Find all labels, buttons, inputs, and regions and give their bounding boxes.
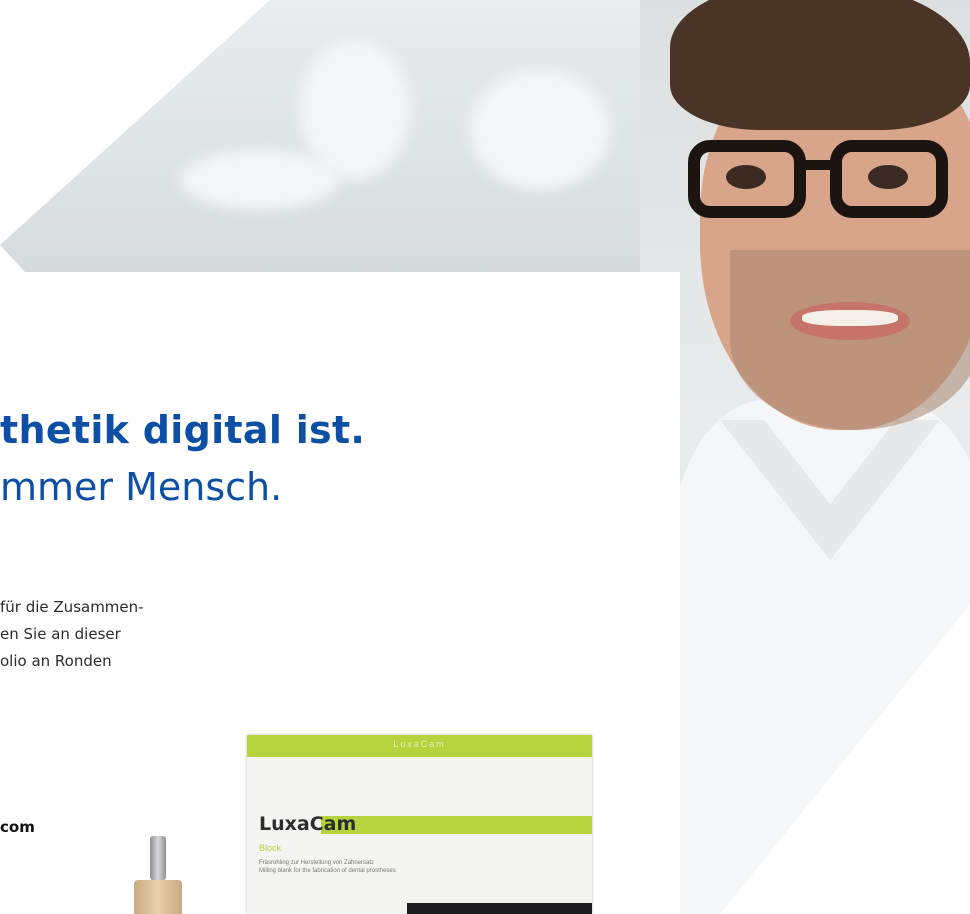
blurred-lab-equipment <box>180 150 340 210</box>
body-copy: für die Zusammen- en Sie an dieser olio … <box>0 594 144 675</box>
body-line: olio an Ronden <box>0 652 112 670</box>
box-bottom-dark-strip <box>407 903 592 914</box>
website-link[interactable]: com <box>0 818 35 836</box>
glasses-right-lens <box>830 140 948 218</box>
blurred-lab-equipment <box>470 70 610 190</box>
headline-line-2: mmer Mensch. <box>0 465 283 509</box>
beard-stubble <box>730 250 970 430</box>
blank-block <box>134 880 182 914</box>
blank-mandrel <box>150 836 166 880</box>
box-description: Fräsrohling zur Herstellung von Zahnersa… <box>259 859 459 875</box>
box-top-strip: LuxaCam <box>247 735 592 757</box>
milling-blank-image <box>128 836 188 914</box>
teeth <box>802 310 898 326</box>
box-description-line: Fräsrohling zur Herstellung von Zahnersa… <box>259 860 375 866</box>
box-green-band <box>321 816 592 834</box>
box-top-strip-label: LuxaCam <box>393 739 446 749</box>
glasses-left-lens <box>688 140 806 218</box>
body-line: für die Zusammen- <box>0 598 144 616</box>
hair <box>670 0 970 130</box>
glasses-bridge <box>802 160 832 170</box>
white-shirt <box>670 400 970 914</box>
body-line: en Sie an dieser <box>0 625 121 643</box>
box-brand-name: LuxaCam <box>259 813 357 835</box>
box-description-line: Milling blank for the fabrication of den… <box>259 868 396 874</box>
headline-line-1: thetik digital ist. <box>0 408 366 452</box>
portrait-photo <box>640 0 970 914</box>
luxacam-product-box: LuxaCam LuxaCam Block Fräsrohling zur He… <box>247 735 592 914</box>
box-variant: Block <box>259 843 282 853</box>
